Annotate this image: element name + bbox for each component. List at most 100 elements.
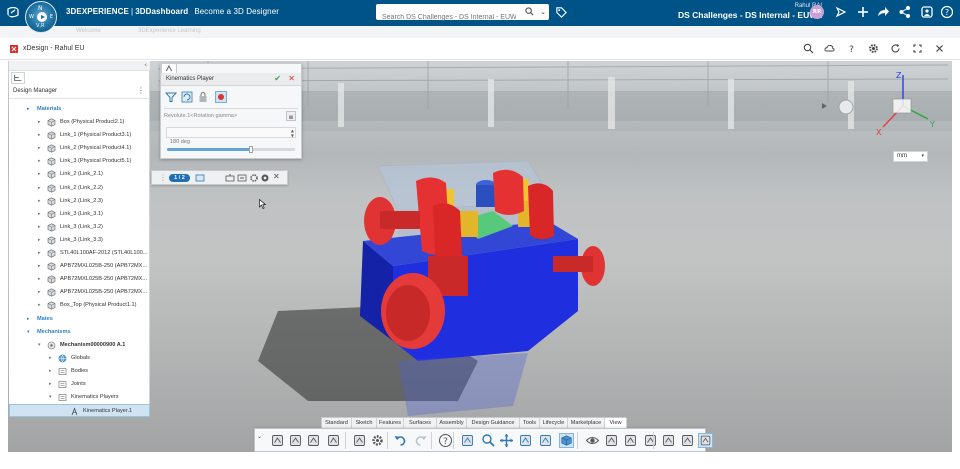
refresh-icon[interactable] xyxy=(890,43,901,54)
help-icon[interactable]: ? xyxy=(940,5,954,19)
tree-row[interactable]: ▸ Link_1 (Physical Product3.1) xyxy=(9,129,150,142)
chevron-right-icon[interactable]: ▸ xyxy=(38,276,44,282)
joint-lock-icon[interactable] xyxy=(286,111,296,121)
drag-handle-icon[interactable]: ⋮ xyxy=(159,173,167,182)
zoom-icon[interactable] xyxy=(481,433,496,448)
compass-play-icon[interactable] xyxy=(37,12,47,22)
tab-sketch[interactable]: Sketch xyxy=(352,418,377,428)
chevron-right-icon[interactable]: ▸ xyxy=(49,368,55,374)
pan-icon[interactable] xyxy=(499,433,514,448)
rotate-icon[interactable] xyxy=(518,433,533,448)
tree-row[interactable]: ▸ Link_2 (Link_2.2) xyxy=(9,182,150,195)
chevron-right-icon[interactable]: ▸ xyxy=(38,171,44,177)
chevron-right-icon[interactable]: ▸ xyxy=(27,106,33,112)
fit-all-icon[interactable] xyxy=(460,433,475,448)
settings-badge-icon[interactable] xyxy=(260,173,270,183)
tab-features[interactable]: Features xyxy=(377,418,404,428)
tree-row[interactable]: ▸ Link_2 (Link_2.3) xyxy=(9,195,150,208)
tenant-name[interactable]: DS Challenges - DS Internal - EUW1 xyxy=(678,10,822,21)
ruler-icon[interactable] xyxy=(698,433,713,448)
chevron-down-icon[interactable]: ▾ xyxy=(27,329,33,335)
maximize-icon[interactable] xyxy=(912,43,923,54)
tab-view[interactable]: View xyxy=(605,418,627,428)
gear-icon[interactable] xyxy=(249,173,259,183)
zoom-area-icon[interactable] xyxy=(538,433,553,448)
tree-tab-icon[interactable] xyxy=(11,72,25,84)
avatar[interactable]: RR xyxy=(810,5,824,19)
sub-bar-left-text[interactable]: Welcome xyxy=(76,28,101,34)
tree-row[interactable]: ▸ Box (Physical Product2.1) xyxy=(9,116,150,129)
tree-row[interactable]: ▸ APB72MXL025B-250 (APB72MX... xyxy=(9,260,150,273)
chevron-right-icon[interactable]: ▸ xyxy=(38,185,44,191)
save-icon[interactable] xyxy=(306,433,321,448)
render-icon[interactable] xyxy=(623,433,638,448)
tree-row[interactable]: ▸ Materials xyxy=(9,103,150,116)
chevron-right-icon[interactable]: ▸ xyxy=(38,224,44,230)
compass[interactable]: N W E V,R xyxy=(25,1,57,33)
tree-row[interactable]: ▸ Link_2 (Physical Product4.1) xyxy=(9,142,150,155)
tree-row[interactable]: ▸ Link_3 (Link_3.2) xyxy=(9,221,150,234)
forward-icon[interactable] xyxy=(876,5,890,19)
undo-icon[interactable] xyxy=(393,433,408,448)
record-icon[interactable] xyxy=(215,91,227,103)
tab-surfaces[interactable]: Surfaces xyxy=(404,418,437,428)
close-icon[interactable]: ✕ xyxy=(273,172,280,181)
tag-icon[interactable] xyxy=(555,6,568,19)
chevron-right-icon[interactable]: ▸ xyxy=(49,381,55,387)
chevron-right-icon[interactable]: ▸ xyxy=(38,302,44,308)
collapse-panel-icon[interactable]: ‹ xyxy=(144,61,147,69)
community-icon[interactable] xyxy=(920,5,934,19)
search-scope-chevron-icon[interactable]: ⌄ xyxy=(540,8,546,16)
cube-view-icon[interactable] xyxy=(559,433,574,448)
shell-icon[interactable] xyxy=(288,433,303,448)
tree-row[interactable]: ▾ Mechanisms xyxy=(9,326,150,339)
chevron-right-icon[interactable]: ▸ xyxy=(38,198,44,204)
chevron-down-icon[interactable]: ⌄ xyxy=(257,433,262,440)
tree-row[interactable]: ▸ APB72MXL025B-250 (APB72MX... xyxy=(9,286,150,299)
chevron-right-icon[interactable]: ▸ xyxy=(38,263,44,269)
gear-icon[interactable] xyxy=(370,433,385,448)
save-stack-icon[interactable] xyxy=(270,433,285,448)
add-icon[interactable] xyxy=(856,5,870,19)
section-icon[interactable] xyxy=(661,433,676,448)
annotation-icon[interactable] xyxy=(680,433,695,448)
tree-row[interactable]: ▸ Link_3 (Link_3.3) xyxy=(9,234,150,247)
eye-icon[interactable] xyxy=(585,433,600,448)
tab-assembly[interactable]: Assembly xyxy=(437,418,467,428)
tree-row[interactable]: ▸ Link_2 (Link_2.1) xyxy=(9,168,150,181)
sub-bar-right-text[interactable]: 3DExperience Learning xyxy=(138,28,201,34)
share-3d-icon[interactable] xyxy=(834,5,848,19)
search-icon[interactable] xyxy=(525,7,534,16)
tab-lifecycle[interactable]: Lifecycle xyxy=(540,418,568,428)
shading-icon[interactable] xyxy=(604,433,619,448)
chevron-right-icon[interactable]: ▸ xyxy=(27,316,33,322)
play-panel-icon[interactable] xyxy=(195,173,205,183)
chevron-right-icon[interactable]: ▸ xyxy=(38,119,44,125)
tree-row[interactable]: ▸ APB72MXL025B-250 (APB72MX... xyxy=(9,273,150,286)
tree-row[interactable]: ▸ Mates xyxy=(9,313,150,326)
view-selector-icon[interactable] xyxy=(838,99,854,115)
chevron-right-icon[interactable]: ▸ xyxy=(38,289,44,295)
chevron-down-icon[interactable]: ▾ xyxy=(49,394,55,400)
close-icon[interactable]: ✕ xyxy=(288,74,295,83)
refresh-joint-icon[interactable] xyxy=(181,91,193,103)
joint-slider-handle[interactable] xyxy=(249,146,254,153)
tree-row[interactable]: ▸ Box_Top (Physical Product1.1) xyxy=(9,299,150,312)
refresh-3d-icon[interactable] xyxy=(326,433,341,448)
dashboard-label[interactable]: Become a 3D Designer xyxy=(194,7,279,16)
chevron-right-icon[interactable]: ▸ xyxy=(38,211,44,217)
more-options-icon[interactable]: ⋮ xyxy=(137,86,145,95)
chevron-right-icon[interactable]: ▸ xyxy=(38,237,44,243)
chevron-down-icon[interactable]: ▾ xyxy=(921,153,924,159)
search-icon[interactable] xyxy=(803,43,814,54)
joint-selector[interactable]: Revolute.1<Rotation gamma> xyxy=(164,113,237,119)
check-icon[interactable]: ✔ xyxy=(274,74,281,83)
tree-row[interactable]: Kinematics Player.1 xyxy=(9,404,150,418)
tree-row[interactable]: ▾ Mechanism00000900 A.1 xyxy=(9,339,150,352)
units-dropdown[interactable]: mm ▾ xyxy=(893,151,928,162)
chevron-down-icon[interactable]: ▾ xyxy=(38,342,44,348)
gear-icon[interactable] xyxy=(868,43,879,54)
search-box[interactable]: ⌄ xyxy=(376,4,549,26)
joint-value-field[interactable]: ▲▼ xyxy=(166,127,296,147)
tab-tools[interactable]: Tools xyxy=(520,418,540,428)
